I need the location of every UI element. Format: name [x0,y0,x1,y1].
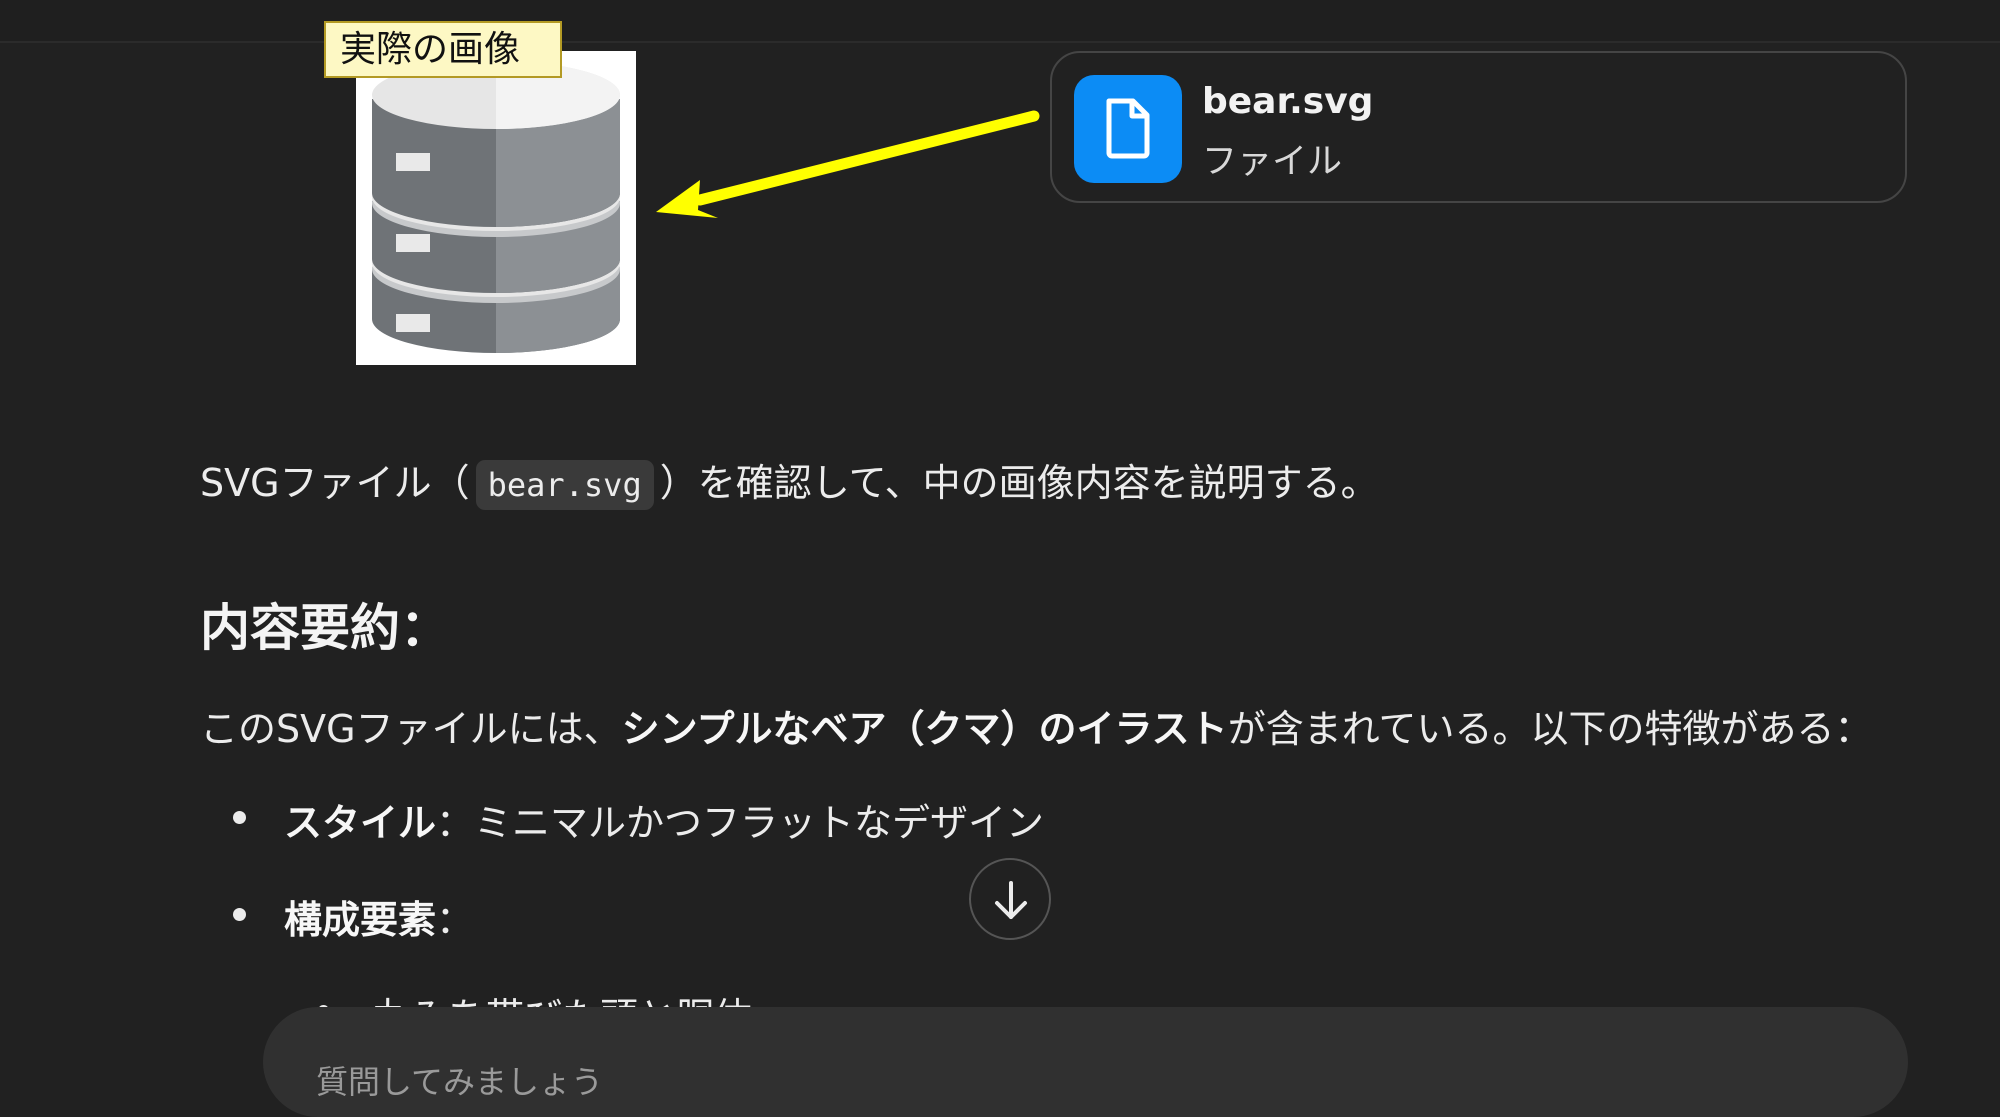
list-item: 構成要素： [284,889,474,944]
annotation-label: 実際の画像 [324,21,562,78]
arrow-down-icon [995,881,1027,919]
summary-text-after: が含まれている。以下の特徴がある： [1227,707,1873,751]
file-attachment-card[interactable]: bear.svg ファイル [1050,51,1907,203]
annotation-arrow [656,110,1040,218]
intro-text-after: ）を確認して、中の画像内容を説明する。 [659,461,1379,505]
composer-placeholder[interactable]: 質問してみましょう [316,1057,603,1103]
file-icon [1106,98,1150,159]
list-item-text: ：ミニマルかつフラットなデザイン [436,801,1045,845]
summary-text-before: このSVGファイルには、 [200,707,622,751]
intro-paragraph: SVGファイル（ bear.svg ）を確認して、中の画像内容を説明する。 [200,452,1379,510]
list-item-label: 構成要素 [284,898,437,942]
bullet-marker [233,908,246,921]
database-icon [372,61,620,353]
list-item: スタイル：ミニマルかつフラットなデザイン [284,792,1044,847]
section-heading: 内容要約： [200,599,450,657]
intro-text-before: SVGファイル（ [200,461,470,505]
list-item-label: スタイル [284,801,437,845]
list-item-text: ： [436,898,475,942]
message-composer[interactable]: 質問してみましょう [263,1007,1908,1117]
bullet-marker [233,811,246,824]
scroll-to-bottom-button[interactable] [969,858,1051,940]
top-bar [0,0,2000,43]
attached-image-preview[interactable] [356,51,636,365]
file-icon-box [1074,75,1182,183]
file-type: ファイル [1202,142,1343,182]
summary-paragraph: このSVGファイルには、シンプルなベア（クマ）のイラストが含まれている。以下の特… [200,698,1873,753]
file-name: bear.svg [1202,81,1374,122]
inline-code: bear.svg [475,460,654,510]
summary-bold: シンプルなベア（クマ）のイラスト [621,707,1228,751]
